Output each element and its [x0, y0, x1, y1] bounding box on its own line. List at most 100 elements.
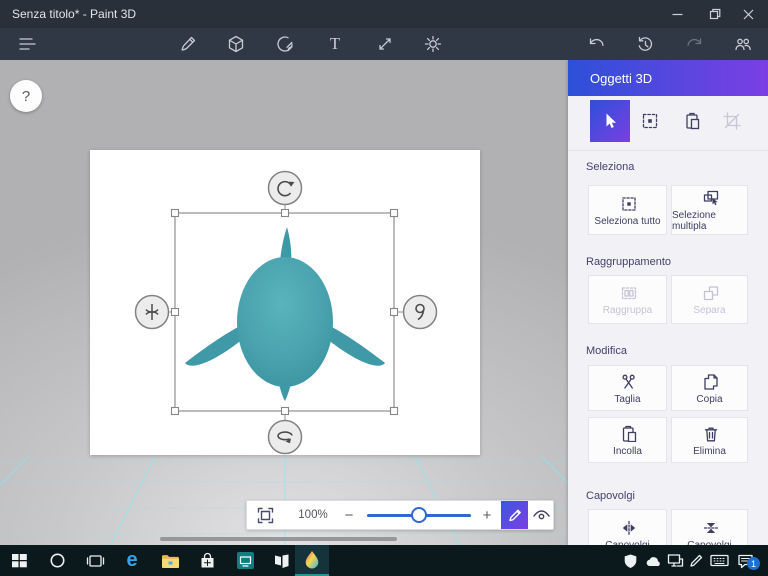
- history-icon: [638, 36, 653, 51]
- defender-tray-button[interactable]: [618, 545, 642, 576]
- delete-icon: [704, 427, 717, 441]
- select-all-button[interactable]: Seleziona tutto: [588, 185, 667, 235]
- zoom-out-button[interactable]: −: [337, 501, 361, 529]
- cortana-button[interactable]: [42, 545, 72, 576]
- onedrive-tray-button[interactable]: [641, 545, 665, 576]
- onedrive-icon: [646, 556, 660, 566]
- zoom-slider-thumb[interactable]: [411, 507, 427, 523]
- eye-icon: [532, 510, 550, 520]
- paste-icon: [622, 425, 636, 442]
- cut-button[interactable]: Taglia: [588, 365, 667, 411]
- select-all-icon: [621, 196, 636, 211]
- fit-to-view-button[interactable]: [251, 501, 279, 529]
- keyboard-tray-button[interactable]: [706, 545, 732, 576]
- panel-header: Oggetti 3D: [568, 60, 768, 96]
- paint3d-icon: [305, 550, 319, 568]
- photos-icon: [274, 554, 288, 568]
- workspace[interactable]: ? 100% − +: [0, 60, 568, 545]
- film-tv-icon: [236, 552, 254, 569]
- paint3d-taskbar-button[interactable]: [295, 545, 329, 576]
- remix-3d-button[interactable]: [725, 29, 761, 59]
- effects-icon: [424, 35, 442, 53]
- task-view-button[interactable]: [80, 545, 110, 576]
- effects-tool-button[interactable]: [415, 29, 451, 59]
- stickers-tool-button[interactable]: [267, 29, 303, 59]
- photos-button[interactable]: [266, 545, 296, 576]
- undo-button[interactable]: [578, 29, 614, 59]
- history-button[interactable]: [627, 29, 663, 59]
- group-button[interactable]: Raggruppa: [588, 275, 667, 324]
- minimize-button[interactable]: [657, 0, 697, 28]
- main-toolbar: T: [0, 28, 768, 60]
- stickers-icon: [277, 36, 293, 52]
- edge-button[interactable]: e: [117, 545, 147, 576]
- 3d-shapes-icon: [228, 35, 244, 53]
- select-all-tool-button[interactable]: [630, 100, 670, 142]
- crop-icon: [723, 112, 741, 130]
- oggetti-3d-panel: Oggetti 3D Seleziona Seleziona tutto Sel…: [568, 60, 768, 559]
- titlebar: Senza titolo* - Paint 3D: [0, 0, 768, 28]
- zoom-in-button[interactable]: +: [475, 501, 499, 529]
- group-icon: [621, 287, 636, 300]
- edit-mode-button[interactable]: [501, 501, 528, 529]
- section-label-modifica: Modifica: [586, 345, 627, 357]
- multi-select-button[interactable]: Selezione multipla: [671, 185, 748, 235]
- canvas-icon: [379, 38, 391, 50]
- horizontal-scrollbar[interactable]: [160, 537, 397, 541]
- text-tool-button[interactable]: T: [317, 29, 353, 59]
- film-tv-button[interactable]: [230, 545, 260, 576]
- view-mode-button[interactable]: [528, 501, 554, 529]
- redo-icon: [687, 38, 702, 47]
- edge-icon: e: [126, 549, 138, 571]
- undo-icon: [589, 38, 604, 47]
- store-icon: [201, 552, 213, 568]
- paste-button[interactable]: Incolla: [588, 417, 667, 463]
- close-icon: [743, 9, 753, 19]
- network-icon: [667, 554, 683, 567]
- fit-to-view-icon: [257, 507, 273, 523]
- select-tool-button[interactable]: [590, 100, 630, 142]
- remix-3d-icon: [735, 38, 751, 51]
- brushes-tool-button[interactable]: [170, 29, 206, 59]
- flip-vertical-icon: [703, 522, 718, 533]
- notification-badge: 1: [747, 557, 760, 570]
- rotate-tilt-handle[interactable]: [134, 294, 170, 330]
- pen-tray-button[interactable]: [685, 545, 707, 576]
- start-icon: [11, 554, 27, 568]
- pen-icon: [689, 554, 702, 567]
- rotate-z-handle[interactable]: [267, 170, 303, 206]
- rotate-y-handle[interactable]: [402, 294, 438, 330]
- network-tray-button[interactable]: [663, 545, 687, 576]
- copy-icon: [703, 373, 718, 390]
- rotate-depth-handle[interactable]: [267, 419, 303, 455]
- ungroup-button[interactable]: Separa: [671, 275, 748, 324]
- paste-tool-button[interactable]: [672, 100, 712, 142]
- canvas-tool-button[interactable]: [367, 29, 403, 59]
- file-explorer-button[interactable]: [155, 545, 185, 576]
- paint3d-window: Senza titolo* - Paint 3D T ? 100% − + Og…: [0, 0, 768, 576]
- delete-button[interactable]: Elimina: [671, 417, 748, 463]
- defender-icon: [624, 554, 636, 568]
- section-label-seleziona: Seleziona: [586, 161, 635, 173]
- divider: [568, 150, 768, 151]
- 3d-object-shark[interactable]: [185, 227, 385, 401]
- copy-button[interactable]: Copia: [671, 365, 748, 411]
- section-label-capovolgi: Capovolgi: [586, 490, 635, 502]
- text-icon: T: [329, 34, 341, 53]
- close-button[interactable]: [728, 0, 768, 28]
- minimize-icon: [672, 13, 682, 15]
- store-button[interactable]: [192, 545, 222, 576]
- windows-taskbar: e 1: [0, 545, 768, 576]
- menu-icon: [19, 38, 36, 50]
- redo-button[interactable]: [677, 29, 713, 59]
- panel-title: Oggetti 3D: [590, 70, 653, 86]
- crop-tool-button[interactable]: [712, 100, 752, 142]
- start-button[interactable]: [4, 545, 34, 576]
- menu-button[interactable]: [10, 29, 46, 59]
- select-icon: [606, 113, 616, 128]
- 3d-shapes-tool-button[interactable]: [218, 29, 254, 59]
- file-explorer-icon: [161, 554, 179, 568]
- zoom-level: 100%: [298, 509, 328, 521]
- keyboard-icon: [709, 554, 729, 567]
- zoom-toolbar: 100% − +: [246, 500, 554, 530]
